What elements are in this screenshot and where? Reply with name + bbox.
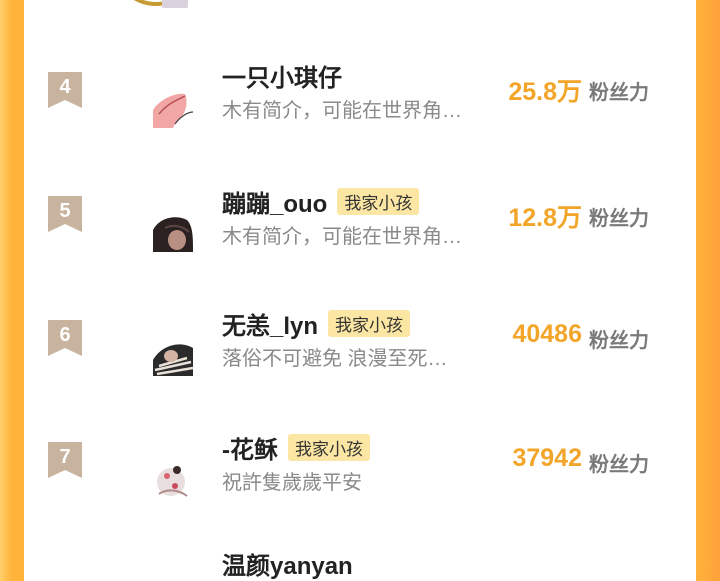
user-tag: 我家小孩 — [288, 433, 370, 461]
fan-power-label: 粉丝力 — [589, 82, 649, 104]
ranking-row[interactable]: 4 一只小琪仔 木有简介，可能在世界角… 25.8万 粉丝力 — [0, 58, 720, 168]
rank-number: 7 — [59, 446, 71, 468]
user-description: 落俗不可避免 浪漫至死… — [222, 348, 448, 370]
previous-row-avatar-partial — [120, 0, 194, 8]
fan-power-label: 粉丝力 — [589, 330, 649, 352]
ranking-row[interactable]: 7 -花稣 我家小孩 祝許隻歲歲平安 37942 粉丝力 — [0, 430, 720, 540]
fan-power-label: 粉丝力 — [589, 454, 649, 476]
user-name[interactable]: 一只小琪仔 — [222, 58, 342, 93]
user-avatar[interactable] — [153, 88, 193, 128]
striped-avatar-icon — [153, 336, 193, 376]
avatar-photo — [162, 0, 188, 8]
user-avatar[interactable] — [153, 212, 193, 252]
pink-drawing-avatar-icon — [153, 88, 193, 128]
fan-power-label: 粉丝力 — [589, 208, 649, 230]
user-description: 祝許隻歲歲平安 — [222, 472, 362, 494]
fan-power-score: 12.8万 — [508, 204, 582, 232]
rank-badge: 5 — [48, 196, 82, 232]
user-name[interactable]: 无恙_lyn — [222, 306, 318, 341]
user-tag: 我家小孩 — [337, 187, 420, 215]
cat-photo-avatar-icon — [153, 458, 193, 498]
rank-number: 4 — [59, 76, 71, 98]
user-description: 木有简介，可能在世界角… — [222, 226, 462, 248]
user-name[interactable]: 蹦蹦_ouo — [222, 184, 327, 219]
rank-badge: 6 — [48, 320, 82, 356]
user-name[interactable]: 温颜yanyan — [222, 546, 353, 581]
user-name[interactable]: -花稣 — [222, 430, 278, 465]
fan-power-score: 37942 — [512, 444, 582, 472]
rank-number: 6 — [59, 324, 71, 346]
name-line: 无恙_lyn 我家小孩 — [222, 306, 411, 341]
rank-badge: 4 — [48, 72, 82, 108]
user-description: 木有简介，可能在世界角… — [222, 100, 462, 122]
rank-badge: 7 — [48, 442, 82, 478]
name-line: 蹦蹦_ouo 我家小孩 — [222, 184, 420, 219]
next-row-name-partial: 温颜yanyan — [222, 546, 353, 580]
dark-hair-avatar-icon — [153, 212, 193, 252]
user-avatar[interactable] — [153, 336, 193, 376]
name-line: 一只小琪仔 — [222, 58, 342, 92]
fan-power-score: 40486 — [512, 320, 582, 348]
ranking-row[interactable]: 5 蹦蹦_ouo 我家小孩 木有简介，可能在世界角… 12.8万 粉丝力 — [0, 184, 720, 294]
fan-power-score: 25.8万 — [508, 78, 582, 106]
name-line: -花稣 我家小孩 — [222, 430, 370, 464]
ranking-row[interactable]: 6 无恙_lyn 我家小孩 落俗不可避免 浪漫至死… 40486 粉丝力 — [0, 306, 720, 416]
rank-number: 5 — [59, 200, 71, 222]
user-tag: 我家小孩 — [328, 309, 411, 337]
user-avatar[interactable] — [153, 458, 193, 498]
